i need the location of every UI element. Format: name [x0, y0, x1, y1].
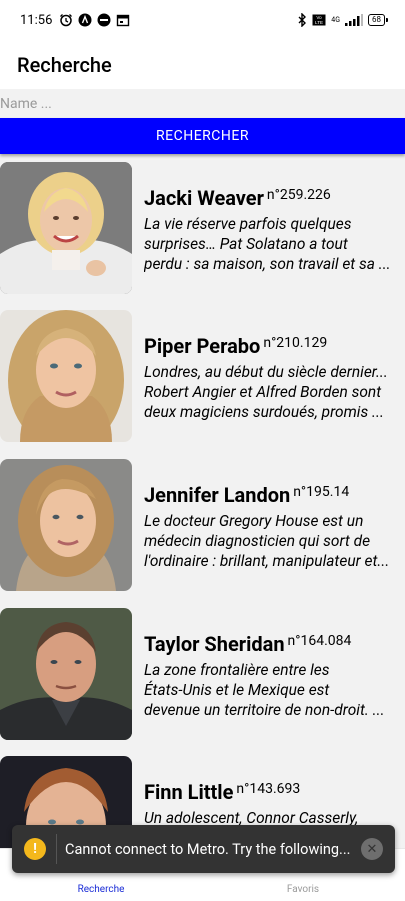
close-icon[interactable]: ✕ — [361, 838, 383, 860]
person-name: Jacki Weaver — [144, 186, 264, 210]
result-title: Finn Little n°143.693 — [144, 780, 300, 804]
person-name: Jennifer Landon — [144, 483, 291, 507]
result-title: Jacki Weaver n°259.226 — [144, 186, 331, 210]
description-line: Robert Angier et Alfred Borden sont — [144, 383, 382, 401]
app-a-icon — [78, 13, 92, 27]
bluetooth-icon — [297, 13, 307, 27]
description-line: Londres, au début du siècle dernier... — [144, 363, 388, 381]
metro-warning-toast[interactable]: ! Cannot connect to Metro. Try the follo… — [12, 825, 395, 873]
network-type: 4G — [331, 15, 340, 24]
signal-icon — [345, 14, 363, 26]
page-title: Recherche — [0, 40, 405, 89]
calendar-icon — [116, 13, 130, 27]
person-name: Taylor Sheridan — [144, 632, 285, 656]
status-right: Vo LTE 4G 68 — [297, 13, 388, 27]
person-name: Finn Little — [144, 780, 234, 804]
description-line: devenue un territoire de non-droit. ... — [144, 701, 385, 719]
result-description: Londres, au début du siècle dernier... R… — [144, 362, 402, 422]
warning-icon: ! — [24, 838, 46, 860]
result-title: Jennifer Landon n°195.14 — [144, 483, 349, 507]
result-description: La vie réserve parfois quelques surprise… — [144, 214, 402, 274]
list-item[interactable]: Piper Perabo n°210.129 Londres, au début … — [0, 310, 405, 442]
description-line: Le docteur Gregory House est un — [144, 512, 364, 530]
description-line: l'ordinaire : brillant, manipulateur et.… — [144, 552, 390, 570]
toast-divider — [56, 834, 57, 864]
popularity-score: n°259.226 — [266, 187, 331, 203]
avatar — [0, 459, 132, 591]
tab-label: Favoris — [286, 884, 320, 895]
volte-icon: Vo LTE — [312, 14, 326, 26]
popularity-score: n°195.14 — [293, 484, 350, 500]
description-line: surprises… Pat Solatano a tout — [144, 235, 348, 253]
battery-icon: 68 — [368, 14, 388, 26]
status-time: 11:56 — [20, 12, 53, 28]
list-item[interactable]: Jacki Weaver n°259.226 La vie réserve par… — [0, 162, 405, 294]
app-circle-icon — [97, 13, 111, 27]
list-item[interactable]: Jennifer Landon n°195.14 Le docteur Grego… — [0, 459, 405, 591]
avatar — [0, 310, 132, 442]
toast-message: Cannot connect to Metro. Try the followi… — [65, 840, 351, 858]
popularity-score: n°143.693 — [236, 781, 301, 797]
popularity-score: n°210.129 — [263, 335, 328, 351]
description-line: La vie réserve parfois quelques — [144, 215, 352, 233]
description-line: deux magiciens surdoués, promis ... — [144, 403, 384, 421]
description-line: perdu : sa maison, son travail et sa ... — [144, 255, 391, 273]
description-line: La zone frontalière entre les — [144, 661, 330, 679]
result-description: La zone frontalière entre les États-Unis… — [144, 660, 402, 720]
person-name: Piper Perabo — [144, 334, 261, 358]
search-button[interactable]: RECHERCHER — [0, 118, 405, 154]
avatar — [0, 162, 132, 294]
popularity-score: n°164.084 — [287, 633, 352, 649]
result-title: Taylor Sheridan n°164.084 — [144, 632, 351, 656]
tab-label: Recherche — [77, 884, 125, 895]
status-bar: 11:56 Vo LTE 4G 68 — [0, 0, 405, 40]
description-line: États-Unis et le Mexique est — [144, 681, 330, 699]
search-input[interactable] — [0, 91, 405, 117]
alarm-icon — [59, 13, 73, 27]
result-description: Le docteur Gregory House est un médecin … — [144, 511, 402, 571]
svg-text:LTE: LTE — [315, 20, 323, 25]
status-left: 11:56 — [20, 13, 130, 28]
list-item[interactable]: Taylor Sheridan n°164.084 La zone frontal… — [0, 608, 405, 740]
avatar — [0, 608, 132, 740]
description-line: médecin diagnosticien qui sort de — [144, 532, 371, 550]
result-title: Piper Perabo n°210.129 — [144, 334, 327, 358]
